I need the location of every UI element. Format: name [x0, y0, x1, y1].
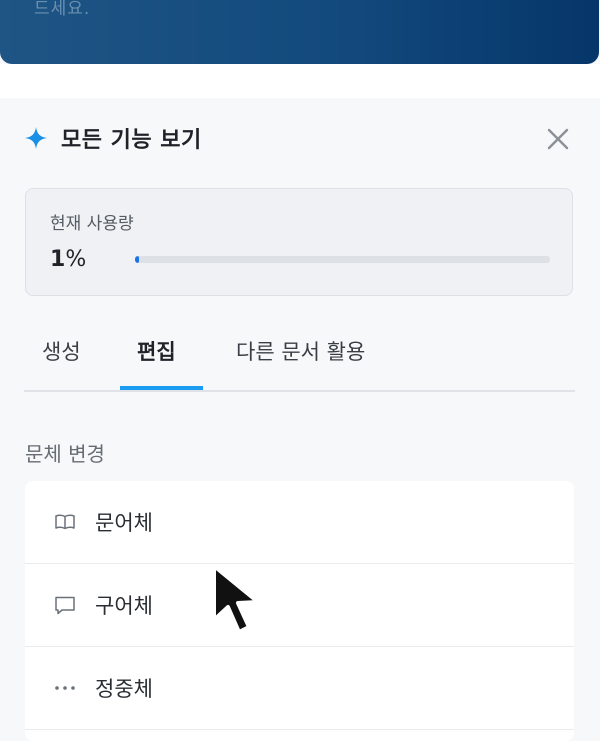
top-banner: 드세요. [0, 0, 599, 64]
banner-spacer [0, 64, 600, 98]
usage-label: 현재 사용량 [50, 214, 134, 234]
features-panel: 모든 기능 보기 현재 사용량 1% 생성 편집 다른 문서 활용 문체 변경 … [0, 98, 600, 741]
style-item-label: 문어체 [95, 511, 153, 535]
section-title: 문체 변경 [25, 442, 105, 466]
tab-other-documents[interactable]: 다른 문서 활용 [236, 328, 365, 388]
banner-text: 드세요. [34, 0, 91, 19]
panel-header: 모든 기능 보기 [24, 120, 202, 156]
usage-card: 현재 사용량 1% [25, 188, 573, 296]
usage-unit: % [65, 247, 87, 272]
tab-create[interactable]: 생성 [42, 328, 81, 388]
more-dots-icon [55, 686, 75, 690]
active-tab-indicator [120, 386, 203, 390]
style-item-label: 정중체 [95, 677, 153, 701]
tab-bar: 생성 편집 다른 문서 활용 [24, 328, 575, 392]
book-icon [55, 514, 75, 530]
usage-progress-fill [135, 256, 140, 263]
style-item-label: 구어체 [95, 594, 153, 618]
writing-style-list: 문어체 구어체 정중체 [25, 481, 574, 741]
close-icon[interactable] [544, 125, 572, 153]
usage-value: 1% [50, 247, 86, 272]
speech-bubble-icon [55, 596, 75, 615]
style-item-polite[interactable]: 정중체 [25, 647, 574, 730]
mouse-pointer-icon [212, 564, 260, 634]
tab-edit[interactable]: 편집 [137, 328, 176, 388]
style-item-spoken[interactable]: 구어체 [25, 564, 574, 647]
panel-title: 모든 기능 보기 [61, 128, 202, 153]
sparkle-icon [25, 127, 47, 149]
usage-number: 1 [50, 247, 66, 272]
style-item-written[interactable]: 문어체 [25, 481, 574, 564]
usage-progress-bar [135, 256, 550, 263]
